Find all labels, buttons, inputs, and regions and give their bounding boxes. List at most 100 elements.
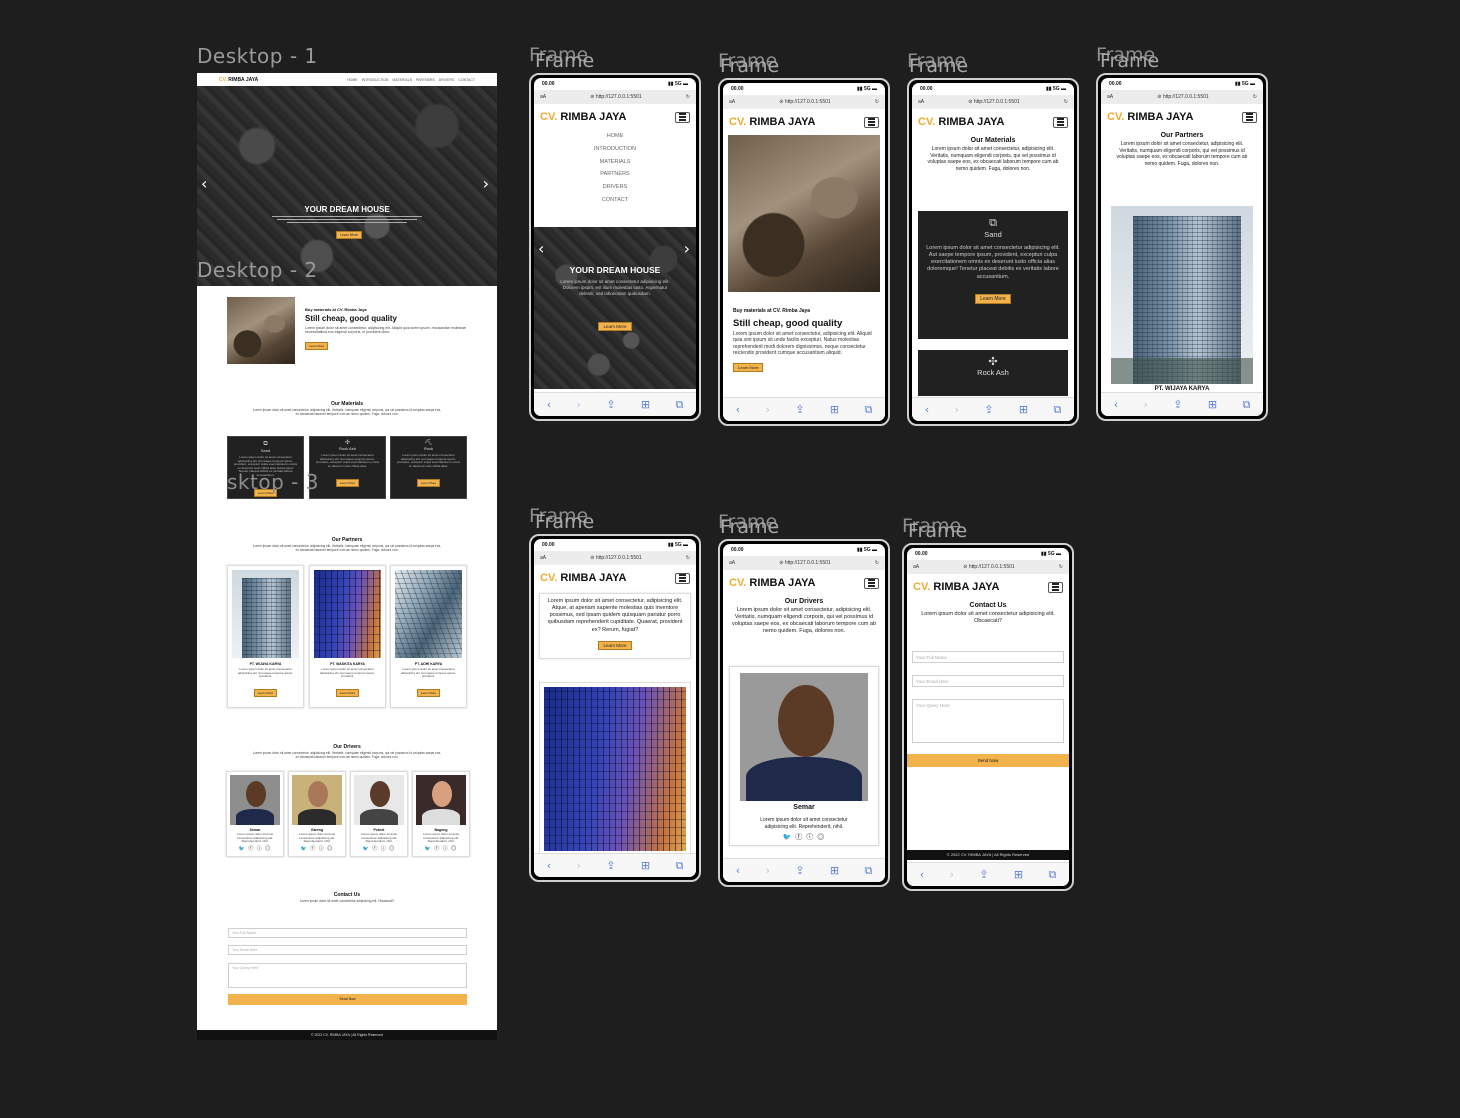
hamburger-menu-icon[interactable] [1053,116,1068,128]
nav-materials[interactable]: MATERIALS [392,78,412,82]
reload-icon[interactable]: ↻ [1253,94,1257,100]
mobile-nav-contact[interactable]: CONTACT [534,194,696,207]
text-size-button[interactable]: aA [913,564,919,570]
url-field[interactable]: ⊘ http://127.0.0.1:5501 [968,99,1019,105]
mobile-nav-drivers[interactable]: DRIVERS [534,181,696,194]
share-icon[interactable]: ⇪ [1173,398,1182,411]
share-icon[interactable]: ⇪ [606,859,615,872]
url-field[interactable]: ⊘ http://127.0.0.1:5501 [779,560,830,566]
reload-icon[interactable]: ↻ [686,94,690,100]
share-icon[interactable]: ⇪ [606,398,615,411]
mobile-nav-materials[interactable]: MATERIALS [534,156,696,169]
back-icon[interactable]: ‹ [736,403,740,416]
bookmarks-icon[interactable]: ⊞ [830,864,839,877]
query-input[interactable]: Your Query Here [228,963,467,988]
phone-logo[interactable]: CV. RIMBA JAYA [540,572,626,584]
forward-icon[interactable]: › [954,403,958,416]
query-input[interactable]: Your Query Here [912,699,1064,743]
forward-icon[interactable]: › [1143,398,1147,411]
hero-next-arrow[interactable]: › [483,174,489,193]
intro-learn-more-button[interactable]: Learn More [305,342,329,350]
bookmarks-icon[interactable]: ⊞ [1208,398,1217,411]
hamburger-menu-icon[interactable] [675,572,690,584]
tabs-icon[interactable]: ⧉ [864,403,872,417]
material-learn-more-button[interactable]: Learn More [975,293,1011,304]
nav-partners[interactable]: PARTNERS [416,78,435,82]
text-size-button[interactable]: aA [918,99,924,105]
bookmarks-icon[interactable]: ⊞ [1019,403,1028,416]
tabs-icon[interactable]: ⧉ [1053,403,1061,417]
partner-learn-more-button[interactable]: Learn More [253,688,278,697]
reload-icon[interactable]: ↻ [686,555,690,561]
bookmarks-icon[interactable]: ⊞ [830,403,839,416]
forward-icon[interactable]: › [576,398,580,411]
url-field[interactable]: ⊘ http://127.0.0.1:5501 [590,555,641,561]
forward-icon[interactable]: › [949,868,953,881]
back-icon[interactable]: ‹ [925,403,929,416]
text-size-button[interactable]: aA [540,94,546,100]
hamburger-menu-icon[interactable] [1242,111,1257,123]
url-field[interactable]: ⊘ http://127.0.0.1:5501 [590,94,641,100]
hero-prev-arrow[interactable]: ‹ [538,239,544,258]
text-size-button[interactable]: aA [1107,94,1113,100]
reload-icon[interactable]: ↻ [875,560,879,566]
nav-home[interactable]: HOME [347,78,358,82]
mobile-nav-partners[interactable]: PARTNERS [534,168,696,181]
text-size-button[interactable]: aA [729,560,735,566]
share-icon[interactable]: ⇪ [979,868,988,881]
driver-social-icons[interactable]: 🐦 ⓕ ⓘ ◎ [413,845,469,852]
send-now-button[interactable]: Send Now [907,754,1069,767]
text-size-button[interactable]: aA [729,99,735,105]
share-icon[interactable]: ⇪ [795,403,804,416]
url-field[interactable]: ⊘ http://127.0.0.1:5501 [779,99,830,105]
forward-icon[interactable]: › [765,864,769,877]
forward-icon[interactable]: › [576,859,580,872]
back-icon[interactable]: ‹ [736,864,740,877]
text-size-button[interactable]: aA [540,555,546,561]
hero-prev-arrow[interactable]: ‹ [201,174,207,193]
driver-social-icons[interactable]: 🐦 ⓕ ⓘ ◎ [289,845,345,852]
partner-learn-more-button[interactable]: Learn More [335,688,360,697]
email-input[interactable]: Your Email Here [912,675,1064,687]
intro-learn-more-button[interactable]: Learn More [733,363,764,372]
back-icon[interactable]: ‹ [547,859,551,872]
mobile-nav-home[interactable]: HOME [534,130,696,143]
back-icon[interactable]: ‹ [1114,398,1118,411]
desktop-logo[interactable]: CV. RIMBA JAYA [219,77,258,83]
phone-logo[interactable]: CV. RIMBA JAYA [1107,111,1193,123]
hero-learn-more-button[interactable]: Learn More [336,231,362,239]
reload-icon[interactable]: ↻ [875,99,879,105]
back-icon[interactable]: ‹ [920,868,924,881]
tabs-icon[interactable]: ⧉ [675,398,683,412]
bookmarks-icon[interactable]: ⊞ [1014,868,1023,881]
phone-logo[interactable]: CV. RIMBA JAYA [729,116,815,128]
partner-learn-more-button[interactable]: Learn More [416,688,441,697]
hero-learn-more-button[interactable]: Learn More [598,322,632,331]
email-input[interactable]: Your Email Here [228,945,467,955]
back-icon[interactable]: ‹ [547,398,551,411]
forward-icon[interactable]: › [765,403,769,416]
reload-icon[interactable]: ↻ [1059,564,1063,570]
bookmarks-icon[interactable]: ⊞ [641,398,650,411]
hamburger-menu-icon[interactable] [864,577,879,589]
material-learn-more-button[interactable]: Learn More [335,479,360,488]
driver-social-icons[interactable]: 🐦 ⓕ ⓘ ◎ [227,845,283,852]
tabs-icon[interactable]: ⧉ [1048,868,1056,882]
hamburger-menu-icon[interactable] [1048,581,1063,593]
tabs-icon[interactable]: ⧉ [1242,398,1250,412]
hamburger-menu-icon[interactable] [864,116,879,128]
share-icon[interactable]: ⇪ [795,864,804,877]
url-field[interactable]: ⊘ http://127.0.0.1:5501 [1157,94,1208,100]
phone-logo[interactable]: CV. RIMBA JAYA [729,577,815,589]
nav-introduction[interactable]: INTRODUCTION [362,78,389,82]
partner-learn-more-button[interactable]: Learn More [598,640,632,650]
mobile-nav-introduction[interactable]: INTRODUCTION [534,143,696,156]
phone-logo[interactable]: CV. RIMBA JAYA [918,116,1004,128]
name-input[interactable]: Your Full Name [912,651,1064,663]
tabs-icon[interactable]: ⧉ [675,859,683,873]
share-icon[interactable]: ⇪ [984,403,993,416]
tabs-icon[interactable]: ⧉ [864,864,872,878]
send-now-button[interactable]: Send Now [228,994,467,1005]
reload-icon[interactable]: ↻ [1064,99,1068,105]
hamburger-menu-icon[interactable] [675,111,690,123]
